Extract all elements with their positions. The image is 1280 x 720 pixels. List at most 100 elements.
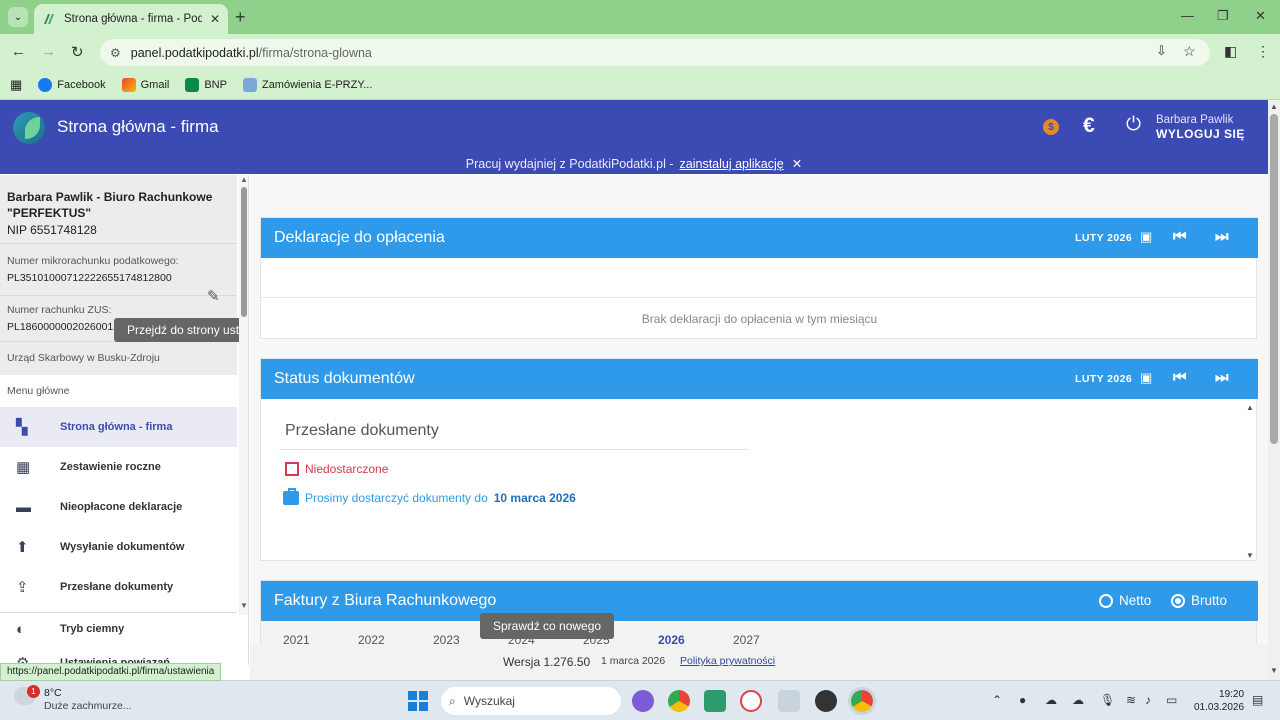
- browser-tab[interactable]: Strona główna - firma - PodatkiPodatki ✕: [34, 4, 228, 34]
- tray-cloud-icon[interactable]: ☁: [1045, 693, 1057, 707]
- year-tab[interactable]: 2022: [358, 633, 385, 645]
- tab-close-icon[interactable]: ✕: [210, 12, 220, 26]
- weather-widget[interactable]: 1 8°C Duże zachmurze...: [14, 685, 132, 713]
- whats-new-tooltip[interactable]: Sprawdź co nowego: [480, 613, 615, 639]
- year-tab[interactable]: 2021: [283, 633, 310, 645]
- forward-icon[interactable]: →: [41, 43, 56, 60]
- system-clock[interactable]: 19:20 01.03.2026: [1194, 688, 1244, 714]
- tab-title: Strona główna - firma - PodatkiPodatki: [64, 13, 202, 25]
- image-viewer-icon[interactable]: [778, 690, 800, 712]
- browser-tab-bar: ⌄ Strona główna - firma - PodatkiPodatki…: [0, 0, 1280, 34]
- page-scroll-thumb[interactable]: [1270, 114, 1278, 444]
- documents-month[interactable]: LUTY 2026: [1075, 373, 1132, 385]
- sidebar-item-nieoplacone[interactable]: ▬ Nieopłacone deklaracje: [0, 487, 237, 527]
- next-month-icon[interactable]: ⏭: [1215, 228, 1229, 245]
- microphone-icon[interactable]: 🎙: [1100, 693, 1115, 707]
- declarations-month[interactable]: LUTY 2026: [1075, 232, 1132, 244]
- settings-tooltip: Przejdź do strony ustawień Firmy: [114, 318, 248, 342]
- banner-text: Pracuj wydajniej z PodatkiPodatki.pl -: [465, 157, 674, 171]
- power-icon[interactable]: ⏻: [1126, 114, 1141, 136]
- site-info-icon[interactable]: ⚙: [110, 46, 121, 60]
- user-logout[interactable]: Barbara Pawlik WYLOGUJ SIĘ: [1156, 113, 1245, 141]
- facebook-icon: [38, 78, 53, 92]
- year-tab[interactable]: 2027: [733, 633, 760, 645]
- footer-date: 1 marca 2026: [601, 655, 666, 667]
- temperature: 8°C: [44, 687, 62, 699]
- windows-start-icon[interactable]: [408, 691, 428, 711]
- card-scroll-up-icon[interactable]: ▲: [1246, 403, 1254, 412]
- edit-pencil-icon[interactable]: ✎: [207, 287, 220, 305]
- chrome-icon[interactable]: [668, 690, 690, 712]
- tray-chevron-icon[interactable]: ⌃: [992, 693, 1002, 707]
- coin-icon[interactable]: $: [1043, 119, 1059, 135]
- sidebar-item-strona-glowna[interactable]: ▚ Strona główna - firma: [0, 407, 237, 447]
- bookmark-zamowienia[interactable]: Zamówienia E-PRZY...: [242, 78, 372, 92]
- taskbar-search[interactable]: ⌕ Wyszukaj: [441, 687, 621, 715]
- company-nip: NIP 6551748128: [7, 223, 97, 237]
- card-scroll-down-icon[interactable]: ▼: [1246, 551, 1254, 560]
- euro-icon[interactable]: €: [1083, 114, 1095, 138]
- micro-account-value: PL35101000712222655174812800: [7, 272, 172, 284]
- privacy-link[interactable]: Polityka prywatności: [680, 655, 775, 667]
- brutto-radio[interactable]: Brutto: [1171, 593, 1227, 608]
- undelivered-status[interactable]: Niedostarczone: [285, 462, 388, 476]
- year-tab[interactable]: 2023: [433, 633, 460, 645]
- page-scrollbar[interactable]: ▲ ▼: [1268, 100, 1280, 680]
- sidebar-item-ustawienia[interactable]: ⚙ Ustawienia powiązań: [0, 643, 237, 665]
- previous-month-icon[interactable]: ⏮: [1173, 369, 1187, 386]
- netto-radio[interactable]: Netto: [1099, 593, 1151, 608]
- wifi-icon[interactable]: ≋: [1126, 693, 1136, 707]
- chrome-active-icon[interactable]: [848, 687, 876, 715]
- year-tab-active[interactable]: 2026: [658, 633, 685, 645]
- bookmark-star-icon[interactable]: ☆: [1183, 43, 1196, 60]
- bnp-icon: [185, 78, 200, 92]
- back-icon[interactable]: ←: [11, 43, 26, 60]
- menu-kebab-icon[interactable]: ⋮: [1256, 43, 1270, 60]
- apps-grid-icon[interactable]: ▦: [10, 77, 22, 93]
- reload-icon[interactable]: ↻: [71, 43, 84, 61]
- logout-button[interactable]: WYLOGUJ SIĘ: [1156, 127, 1245, 141]
- upload-briefcase-icon: [283, 488, 299, 505]
- install-app-icon[interactable]: ⇩: [1156, 43, 1167, 59]
- onedrive-icon[interactable]: ☁: [1072, 693, 1084, 707]
- address-bar[interactable]: ⚙ panel.podatkipodatki.pl/firma/strona-g…: [100, 39, 1210, 66]
- bookmark-facebook[interactable]: Facebook: [38, 78, 106, 92]
- bookmark-gmail[interactable]: Gmail: [121, 78, 169, 92]
- calendar-icon[interactable]: ▣: [1140, 370, 1152, 386]
- user-name: Barbara Pawlik: [1156, 114, 1234, 126]
- new-tab-button[interactable]: +: [235, 8, 246, 26]
- close-window-icon[interactable]: ✕: [1255, 8, 1266, 24]
- podatki-logo-icon[interactable]: [13, 112, 45, 144]
- app-dark-icon[interactable]: [815, 690, 837, 712]
- next-month-icon[interactable]: ⏭: [1215, 369, 1229, 386]
- page-title: Strona główna - firma: [57, 117, 219, 136]
- previous-month-icon[interactable]: ⏮: [1173, 228, 1187, 245]
- install-banner: Pracuj wydajniej z PodatkiPodatki.pl - za…: [0, 156, 1268, 171]
- banner-close-icon[interactable]: ✕: [792, 157, 802, 171]
- podatki-app-icon[interactable]: [704, 690, 726, 712]
- notification-badge: 1: [27, 685, 40, 698]
- sidebar-item-przeslane[interactable]: ⇪ Przesłane dokumenty: [0, 567, 237, 607]
- battery-icon[interactable]: ▭: [1166, 693, 1177, 707]
- app-icon[interactable]: [740, 690, 762, 712]
- extensions-icon[interactable]: ◧: [1224, 43, 1237, 60]
- volume-icon[interactable]: ♪: [1145, 693, 1151, 707]
- viber-icon[interactable]: [632, 690, 654, 712]
- bookmark-bnp[interactable]: BNP: [185, 78, 227, 92]
- install-app-link[interactable]: zainstaluj aplikację: [680, 157, 784, 171]
- tray-app-icon[interactable]: ●: [1019, 693, 1026, 707]
- notifications-icon[interactable]: ▤: [1252, 693, 1263, 707]
- sidebar-item-wysylanie[interactable]: ⬆ Wysyłanie dokumentów: [0, 527, 237, 567]
- sidebar-item-zestawienie[interactable]: ▦ Zestawienie roczne: [0, 447, 237, 487]
- contrast-icon: ◐: [16, 620, 26, 638]
- calendar-icon[interactable]: ▣: [1140, 229, 1152, 245]
- sidebar-scroll-thumb[interactable]: [241, 187, 247, 317]
- cloud-icon: 1: [14, 685, 40, 705]
- undelivered-checkbox-icon: [285, 462, 299, 476]
- main-content: Deklaracje do opłacenia LUTY 2026 ▣ ⏮ ⏭ …: [250, 175, 1268, 645]
- menu-header: Menu główne: [7, 385, 70, 397]
- sidebar-scrollbar[interactable]: ▲ ▼: [239, 175, 248, 615]
- tab-search-dropdown-icon[interactable]: ⌄: [8, 7, 28, 27]
- minimize-icon[interactable]: —: [1181, 8, 1194, 23]
- restore-icon[interactable]: ❐: [1217, 8, 1229, 24]
